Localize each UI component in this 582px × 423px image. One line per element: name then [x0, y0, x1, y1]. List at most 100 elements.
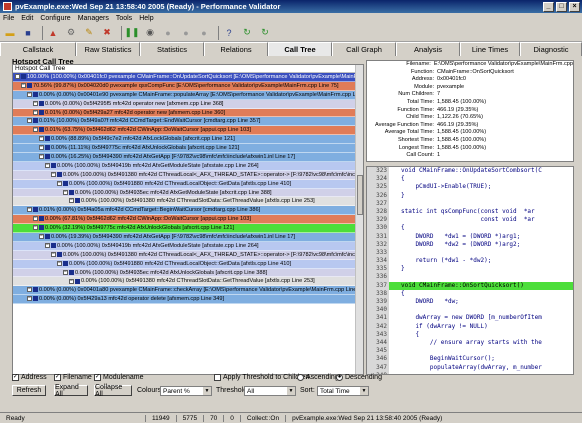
expand-toggle-icon[interactable]: −: [39, 154, 44, 160]
tab-raw-statistics[interactable]: Raw Statistics: [76, 42, 140, 56]
tab-relations[interactable]: Relations: [204, 42, 268, 56]
code-line[interactable]: 338 {: [367, 289, 573, 298]
tree-row[interactable]: − 100.00% (100.00%) 0x00401fc0 pvexample …: [13, 73, 363, 82]
tab-line-times[interactable]: Line Times: [460, 42, 520, 56]
disk-icon[interactable]: ◉: [143, 26, 157, 40]
expand-toggle-icon[interactable]: −: [33, 216, 38, 222]
code-line-highlighted[interactable]: 337 void CMainFrame::OnSortQuicksort(): [367, 281, 573, 290]
pause-icon[interactable]: ❚❚: [124, 26, 139, 40]
expand-toggle-icon[interactable]: −: [57, 260, 62, 266]
tab-diagnostic[interactable]: Diagnostic: [520, 42, 582, 56]
expand-toggle-icon[interactable]: −: [33, 225, 38, 231]
tree-row[interactable]: − 0.00% (11.11%) 0x5f49775c mfc42d AfxUnl…: [13, 144, 363, 154]
expand-toggle-icon[interactable]: −: [69, 198, 74, 204]
expand-toggle-icon[interactable]: −: [33, 109, 38, 115]
descending-radio[interactable]: ● Descending: [336, 374, 382, 381]
menu-configure[interactable]: Configure: [40, 15, 70, 22]
expand-toggle-icon[interactable]: −: [15, 74, 20, 80]
tree-row[interactable]: − 0.00% (100.00%) 0x5f491380 mfc42d CThre…: [13, 197, 363, 207]
checkbox-box[interactable]: ✓: [12, 374, 19, 381]
code-line[interactable]: 346 BeginWaitCursor();: [367, 355, 573, 364]
colours-select[interactable]: Parent % ▼: [160, 386, 212, 396]
expand-toggle-icon[interactable]: −: [39, 234, 44, 240]
expand-toggle-icon[interactable]: −: [57, 180, 62, 186]
sort-select[interactable]: Total Time ▼: [317, 386, 369, 396]
code-line[interactable]: 329 const void *ar: [367, 216, 573, 225]
code-line[interactable]: 324 {: [367, 175, 573, 184]
tab-call-tree[interactable]: Call Tree: [268, 42, 332, 56]
code-line[interactable]: 334 return (*dw1 - *dw2);: [367, 257, 573, 266]
expand-toggle-icon[interactable]: −: [27, 287, 32, 293]
expand-toggle-icon[interactable]: −: [27, 91, 32, 97]
chevron-down-icon[interactable]: ▼: [360, 387, 368, 395]
code-line[interactable]: 345: [367, 347, 573, 356]
call-tree-pane[interactable]: Hotspot Call Tree −100.00% (100.00%) 0x0…: [12, 64, 364, 375]
tree-row[interactable]: − 0.00% (0.00%) 0x5f429a13 mfc42d operato…: [13, 295, 363, 305]
expand-toggle-icon[interactable]: −: [33, 100, 38, 106]
expand-toggle-icon[interactable]: −: [39, 136, 44, 142]
tree-row[interactable]: − 0.01% (0.00%) 0x5f4a05a mfc42d CCmdTarg…: [13, 206, 363, 216]
tab-call-graph[interactable]: Call Graph: [332, 42, 396, 56]
tree-row[interactable]: − 0.00% (32.19%) 0x5f49775c mfc42d AfxUnl…: [13, 224, 363, 234]
tree-row[interactable]: − 0.00% (67.81%) 0x5f462d62 mfc42d CWinAp…: [13, 215, 363, 225]
code-line[interactable]: 335}: [367, 265, 573, 274]
collapse-all-button[interactable]: Collapse All: [94, 384, 132, 398]
dot-icon[interactable]: ●: [179, 26, 193, 40]
expand-toggle-icon[interactable]: −: [27, 118, 32, 124]
stop-icon[interactable]: ✖: [100, 26, 114, 40]
code-line[interactable]: 328 static int qsCompFunc(const void *ar: [367, 207, 573, 217]
minimize-button[interactable]: _: [543, 1, 554, 12]
code-line[interactable]: 326}: [367, 191, 573, 200]
scrollbar-thumb[interactable]: [357, 175, 363, 215]
launch-icon[interactable]: ▲: [46, 26, 60, 40]
expand-toggle-icon[interactable]: −: [27, 296, 32, 302]
checkbox-box[interactable]: [214, 374, 221, 381]
code-line[interactable]: 340: [367, 306, 573, 315]
modulename-checkbox[interactable]: ✓ Modulename: [94, 374, 143, 381]
expand-toggle-icon[interactable]: −: [63, 269, 68, 275]
tree-row[interactable]: − 0.00% (16.25%) 0x5f494390 mfc42d AfxGet…: [13, 153, 363, 162]
code-line[interactable]: 333: [367, 248, 573, 258]
tree-row[interactable]: − 0.00% (100.00%) 0x5f491380 mfc42d CThre…: [13, 170, 363, 180]
checkbox-box[interactable]: ✓: [94, 374, 101, 381]
expand-toggle-icon[interactable]: −: [51, 171, 56, 177]
tree-row[interactable]: − 0.00% (19.39%) 0x5f494390 mfc42d AfxGet…: [13, 233, 363, 242]
chevron-down-icon[interactable]: ▼: [287, 387, 295, 395]
radio-circle[interactable]: ●: [336, 374, 343, 381]
tree-row[interactable]: − 0.01% (0.00%) 0x5f429a27 mfc42d operato…: [13, 108, 363, 118]
code-line[interactable]: 343 {: [367, 330, 573, 339]
tree-row[interactable]: − 0.01% (63.75%) 0x5f462d62 mfc42d CWinAp…: [13, 126, 363, 136]
code-line[interactable]: 330 {: [367, 224, 573, 233]
tree-row[interactable]: − 0.00% (88.89%) 0x5f49c7e2 mfc42d AfxLoc…: [13, 135, 363, 145]
radio-circle[interactable]: [297, 374, 304, 381]
settings-icon[interactable]: ✎: [82, 26, 96, 40]
menu-managers[interactable]: Managers: [78, 15, 109, 22]
help-icon[interactable]: ?: [222, 26, 236, 40]
filename-checkbox[interactable]: ✓ Filename: [54, 374, 92, 381]
tree-row[interactable]: − 0.01% (10.00%) 0x5f49a07f mfc42d CCmdTa…: [13, 117, 363, 127]
tree-row[interactable]: − 0.00% (100.00%) 0x5f4935ec mfc42d AfxUn…: [13, 268, 363, 278]
expand-toggle-icon[interactable]: −: [63, 189, 68, 195]
tree-scrollbar[interactable]: [355, 65, 363, 374]
code-line[interactable]: 327: [367, 199, 573, 208]
menu-file[interactable]: File: [3, 15, 14, 22]
maximize-button[interactable]: □: [556, 1, 567, 12]
tree-row[interactable]: − 0.00% (100.00%) 0x5f4935ec mfc42d AfxGe…: [13, 188, 363, 198]
expand-toggle-icon[interactable]: −: [27, 207, 32, 213]
menu-tools[interactable]: Tools: [116, 15, 132, 22]
code-line[interactable]: 347 populateArray(dwArray, m_number: [367, 363, 573, 372]
code-line[interactable]: 323 void CMainFrame::OnUpdateSortCombsort…: [367, 167, 573, 176]
attach-icon[interactable]: ⚙: [64, 26, 78, 40]
expand-toggle-icon[interactable]: −: [69, 278, 74, 284]
tree-row[interactable]: − 0.00% (100.00%) 0x5f491380 mfc42d CThre…: [13, 277, 363, 287]
code-line[interactable]: 336: [367, 273, 573, 282]
checkbox-box[interactable]: ✓: [54, 374, 61, 381]
tree-row[interactable]: − 0.00% (0.00%) 0x00401e90 pvexample CMai…: [13, 90, 363, 100]
code-line[interactable]: 341 dwArray = new DWORD [m_numberOfItem: [367, 314, 573, 323]
tree-row[interactable]: − 70.56% (99.87%) 0x004020d0 pvexample qs…: [13, 81, 363, 91]
tree-row[interactable]: − 0.00% (100.00%) 0x5f491880 mfc42d CThre…: [13, 259, 363, 269]
code-line[interactable]: 331 DWORD *dw1 = (DWORD *)arg1;: [367, 232, 573, 241]
menu-help[interactable]: Help: [139, 15, 153, 22]
close-button[interactable]: ×: [569, 1, 580, 12]
expand-toggle-icon[interactable]: −: [45, 242, 50, 248]
